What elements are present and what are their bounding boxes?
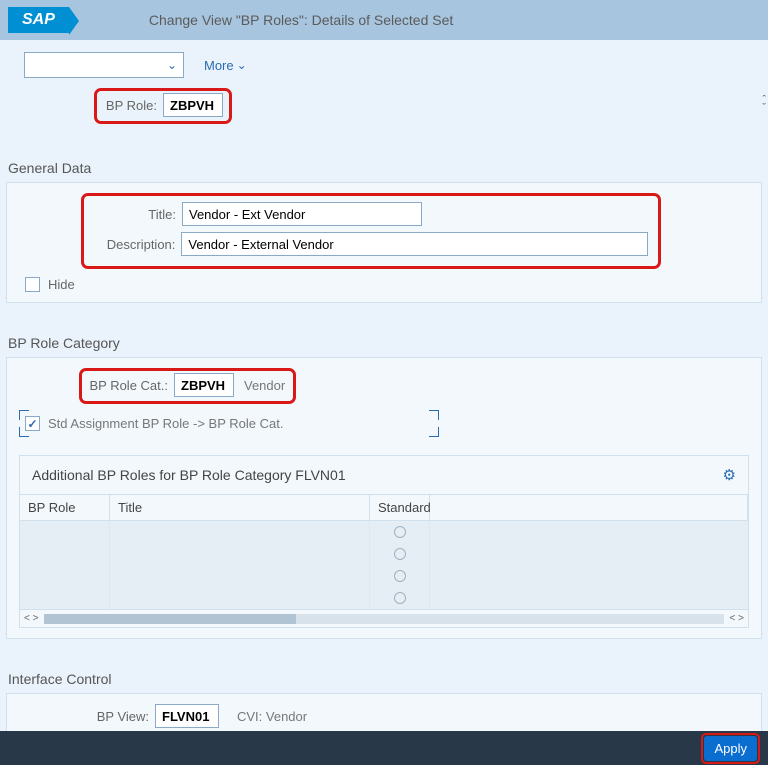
footer-bar: Apply: [0, 731, 768, 765]
additional-roles-title: Additional BP Roles for BP Role Category…: [32, 467, 346, 483]
interface-control-panel: BP View: CVI: Vendor: [6, 693, 762, 733]
more-menu[interactable]: More ⌄: [204, 58, 247, 73]
description-input[interactable]: [181, 232, 648, 256]
std-assignment-label: Std Assignment BP Role -> BP Role Cat.: [48, 416, 283, 431]
radio-icon[interactable]: [394, 570, 406, 582]
bp-role-category-title: BP Role Category: [4, 327, 764, 357]
title-label: Title:: [94, 207, 182, 222]
radio-icon[interactable]: [394, 548, 406, 560]
table-horizontal-scrollbar[interactable]: < > < >: [20, 609, 748, 627]
bp-role-label: BP Role:: [99, 98, 163, 113]
table-row[interactable]: [20, 565, 748, 587]
bp-role-cat-text: Vendor: [244, 378, 285, 393]
sap-logo: SAP: [8, 7, 69, 33]
bp-view-label: BP View:: [91, 709, 155, 724]
radio-icon[interactable]: [394, 526, 406, 538]
more-label: More: [204, 58, 234, 73]
bp-role-cat-highlight: BP Role Cat.: Vendor: [79, 368, 296, 404]
table-row[interactable]: [20, 587, 748, 609]
scroll-left-icon[interactable]: < >: [20, 613, 42, 624]
interface-control-title: Interface Control: [4, 663, 764, 693]
table-row[interactable]: [20, 543, 748, 565]
action-dropdown[interactable]: ⌄: [24, 52, 184, 78]
general-data-highlight: Title: Description:: [81, 193, 661, 269]
scroll-right-icon[interactable]: < >: [726, 613, 748, 624]
description-label: Description:: [94, 237, 181, 252]
gear-icon[interactable]: ⚙: [723, 466, 736, 484]
header-bar: SAP Change View "BP Roles": Details of S…: [0, 0, 768, 40]
bp-role-input[interactable]: [163, 93, 223, 117]
scroll-indicator-icon: ˆˇ: [762, 96, 766, 112]
table-header: BP Role Title Standard: [20, 494, 748, 521]
additional-roles-table: Additional BP Roles for BP Role Category…: [19, 455, 749, 628]
hide-label: Hide: [48, 277, 75, 292]
toolbar: ⌄ More ⌄: [0, 40, 768, 88]
bp-role-category-panel: BP Role Cat.: Vendor Std Assignment BP R…: [6, 357, 762, 639]
page-title: Change View "BP Roles": Details of Selec…: [149, 12, 453, 28]
table-row[interactable]: [20, 521, 748, 543]
apply-highlight: Apply: [701, 733, 760, 764]
column-bp-role: BP Role: [20, 495, 110, 520]
title-input[interactable]: [182, 202, 422, 226]
radio-icon[interactable]: [394, 592, 406, 604]
hide-checkbox[interactable]: [25, 277, 40, 292]
bp-role-highlight: BP Role:: [94, 88, 232, 124]
column-standard: Standard: [370, 495, 430, 520]
apply-button[interactable]: Apply: [704, 736, 757, 761]
bp-role-cat-label: BP Role Cat.:: [84, 378, 174, 393]
column-title: Title: [110, 495, 370, 520]
general-data-panel: Title: Description: Hide: [6, 182, 762, 303]
cvi-label: CVI: Vendor: [237, 709, 307, 724]
chevron-down-icon: ⌄: [237, 58, 247, 72]
bp-role-cat-input[interactable]: [174, 373, 234, 397]
bp-view-input[interactable]: [155, 704, 219, 728]
chevron-down-icon: ⌄: [167, 58, 177, 72]
general-data-title: General Data: [4, 152, 764, 182]
